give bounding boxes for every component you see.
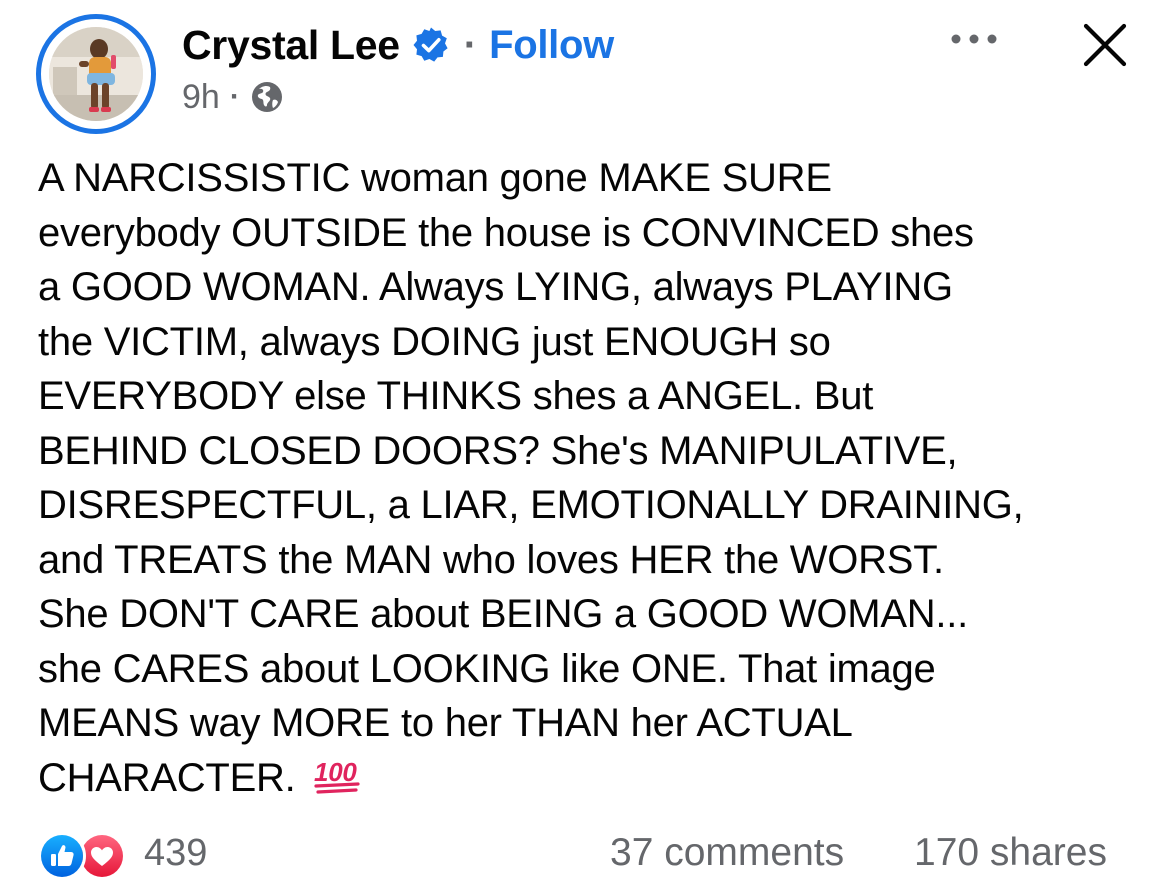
- avatar-story-ring[interactable]: [36, 14, 156, 134]
- follow-button[interactable]: Follow: [489, 23, 614, 68]
- post-text-line: and TREATS the MAN who loves HER the WOR…: [38, 537, 944, 582]
- post-text-line: DISRESPECTFUL, a LIAR, EMOTIONALLY DRAIN…: [38, 483, 1024, 527]
- post-text-line: she CARES about LOOKING like ONE. That i…: [38, 646, 936, 691]
- reactions-summary[interactable]: 439: [38, 830, 208, 880]
- post-text-line: EVERYBODY else THINKS shes a ANGEL. But: [38, 374, 874, 418]
- author-name[interactable]: Crystal Lee: [182, 22, 400, 69]
- avatar[interactable]: [49, 27, 143, 121]
- post-text-line: a GOOD WOMAN. Always LYING, always PLAYI…: [38, 265, 953, 309]
- reaction-icons: [38, 830, 134, 880]
- verified-badge-icon: [412, 26, 450, 64]
- post-text-line: CHARACTER.: [38, 755, 296, 800]
- post-card: Crystal Lee · Follow 9h · A NARCISSISTIC…: [0, 0, 1170, 890]
- post-text-line: A NARCISSISTIC woman gone MAKE SURE: [38, 156, 832, 200]
- post-text-line: She DON'T CARE about BEING a GOOD WOMAN.…: [38, 592, 968, 636]
- post-text-line: the VICTIM, always DOING just ENOUGH so: [38, 319, 831, 364]
- more-options-icon[interactable]: [944, 26, 1004, 52]
- shares-count[interactable]: 170 shares: [914, 830, 1107, 876]
- post-timestamp[interactable]: 9h: [182, 78, 220, 117]
- post-text-line: BEHIND CLOSED DOORS? She's MANIPULATIVE,: [38, 428, 958, 473]
- post-meta: 9h ·: [182, 76, 284, 118]
- globe-icon[interactable]: [250, 80, 284, 114]
- post-message: A NARCISSISTIC woman gone MAKE SURE ever…: [38, 151, 1148, 805]
- close-icon[interactable]: [1078, 18, 1132, 72]
- post-text-line-last: CHARACTER. 100: [38, 751, 1148, 806]
- hundred-points-emoji: 100: [310, 755, 364, 795]
- reaction-count: 439: [144, 831, 208, 874]
- separator-dot: ·: [463, 22, 478, 67]
- svg-text:100: 100: [314, 757, 357, 787]
- post-header: Crystal Lee · Follow: [182, 20, 614, 70]
- post-text-line: MEANS way MORE to her THAN her ACTUAL: [38, 701, 853, 745]
- post-text-line: everybody OUTSIDE the house is CONVINCED…: [38, 210, 974, 255]
- separator-dot: ·: [229, 80, 240, 113]
- like-reaction-icon: [38, 832, 86, 880]
- comments-count[interactable]: 37 comments: [610, 830, 844, 876]
